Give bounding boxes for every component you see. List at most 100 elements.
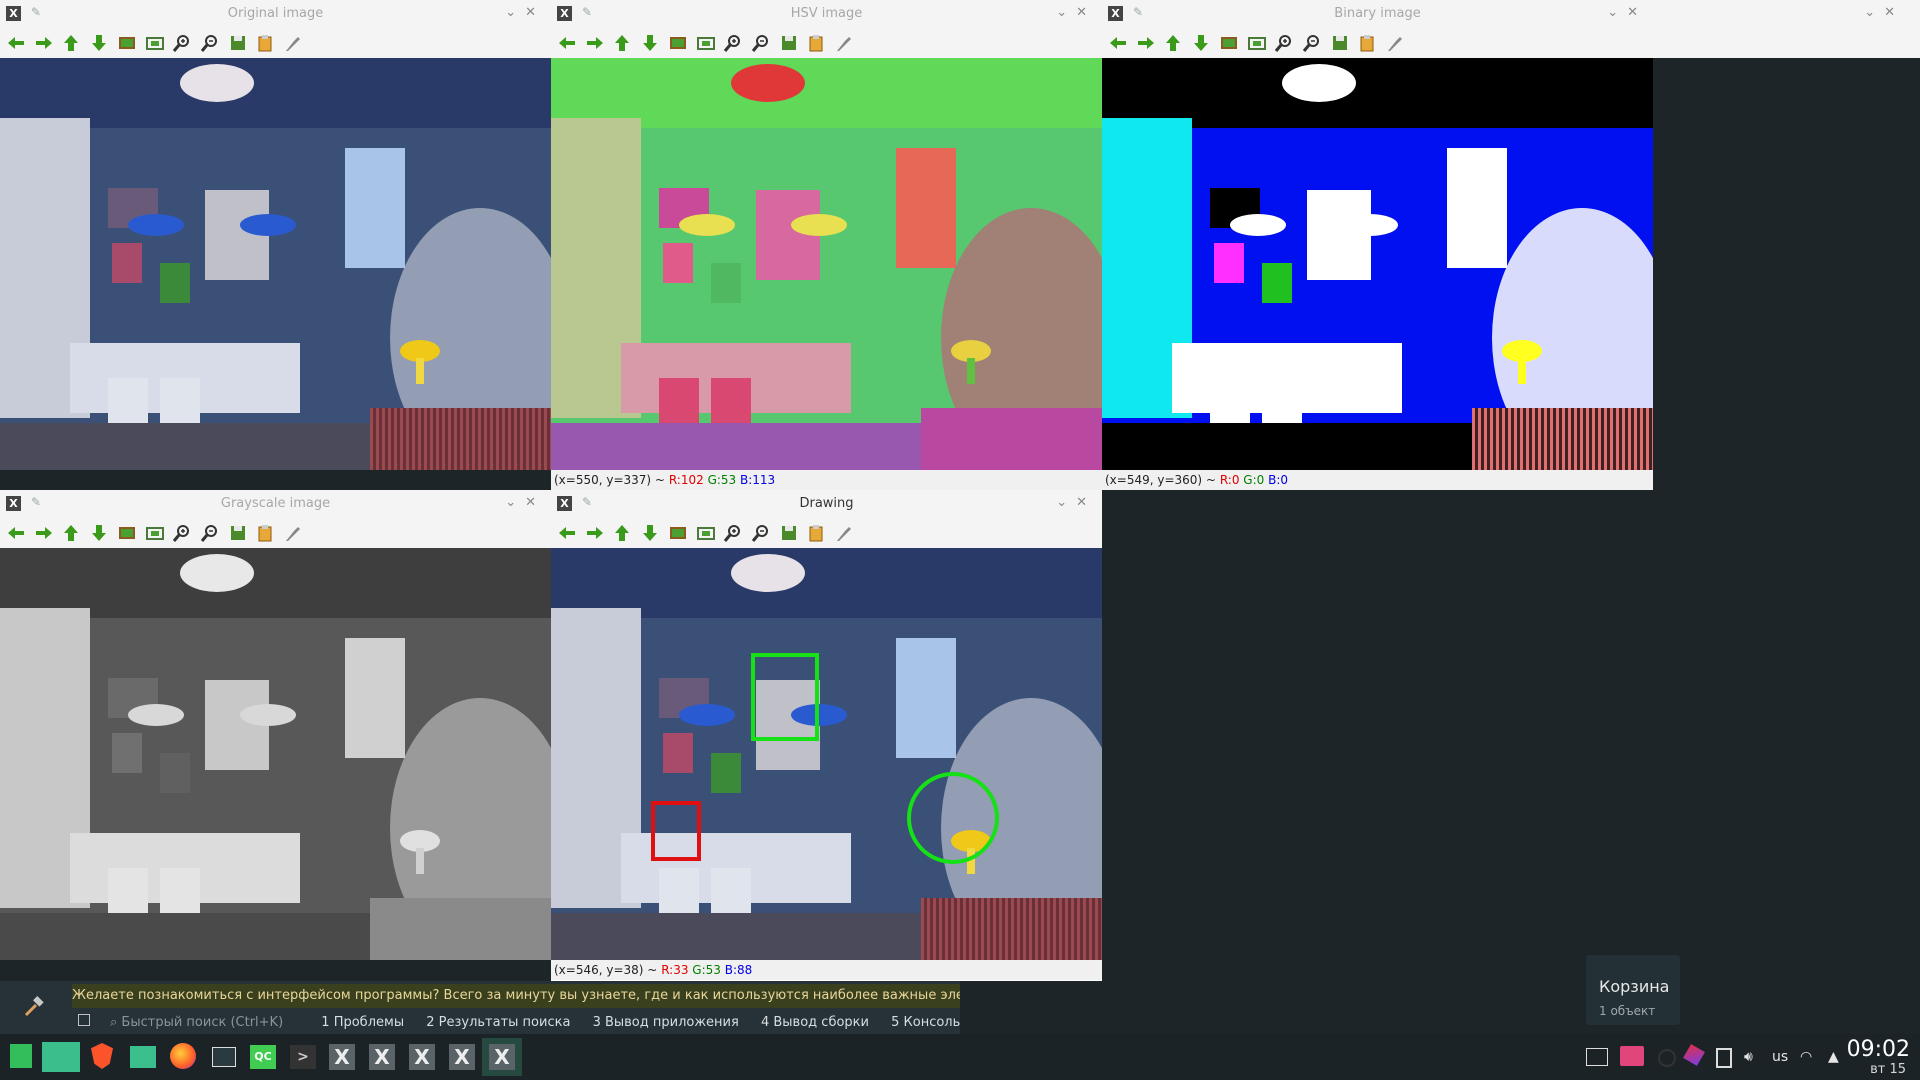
build-hammer-icon[interactable] bbox=[22, 995, 46, 1019]
x-window-icon[interactable]: X bbox=[362, 1038, 402, 1076]
down-arrow-icon[interactable] bbox=[639, 33, 661, 53]
onboarding-hint[interactable]: Желаете познакомиться с интерфейсом прог… bbox=[72, 984, 960, 1008]
forward-arrow-icon[interactable] bbox=[584, 33, 606, 53]
copy-icon[interactable] bbox=[1356, 33, 1378, 53]
image-icon[interactable] bbox=[1218, 33, 1240, 53]
fit-window-icon[interactable] bbox=[144, 33, 166, 53]
down-arrow-icon[interactable] bbox=[88, 523, 110, 543]
qt-creator-icon[interactable]: QC bbox=[242, 1038, 282, 1076]
properties-icon[interactable] bbox=[282, 523, 304, 543]
window-controls[interactable]: ⌄✕ bbox=[1864, 5, 1904, 20]
fit-window-icon[interactable] bbox=[1246, 33, 1268, 53]
back-arrow-icon[interactable] bbox=[556, 33, 578, 53]
fit-window-icon[interactable] bbox=[695, 523, 717, 543]
mixer-icon[interactable] bbox=[202, 1038, 242, 1076]
zoom-out-icon[interactable] bbox=[199, 33, 221, 53]
desktop-icon[interactable] bbox=[42, 1038, 82, 1076]
zoom-in-icon[interactable] bbox=[171, 33, 193, 53]
back-arrow-icon[interactable] bbox=[5, 523, 27, 543]
window-titlebar[interactable]: X ✎ Grayscale image ⌄✕ bbox=[0, 490, 551, 518]
original-image-window[interactable]: X ✎ Original image ⌄✕ bbox=[0, 0, 551, 470]
properties-icon[interactable] bbox=[282, 33, 304, 53]
save-icon[interactable] bbox=[227, 33, 249, 53]
zoom-in-icon[interactable] bbox=[722, 523, 744, 543]
image-icon[interactable] bbox=[116, 523, 138, 543]
tab-problems[interactable]: 1 Проблемы bbox=[321, 1015, 404, 1030]
image-canvas[interactable] bbox=[551, 548, 1102, 960]
up-arrow-icon[interactable] bbox=[60, 33, 82, 53]
save-icon[interactable] bbox=[778, 33, 800, 53]
brave-browser-icon[interactable] bbox=[82, 1038, 122, 1076]
image-canvas[interactable] bbox=[551, 58, 1102, 470]
zoom-out-icon[interactable] bbox=[750, 523, 772, 543]
tab-search-results[interactable]: 2 Результаты поиска bbox=[426, 1015, 570, 1030]
x-window-icon[interactable]: X bbox=[442, 1038, 482, 1076]
back-arrow-icon[interactable] bbox=[1107, 33, 1129, 53]
window-controls[interactable]: ⌄✕ bbox=[505, 495, 545, 510]
window-controls[interactable]: ⌄✕ bbox=[1607, 5, 1647, 20]
grayscale-image-window[interactable]: X ✎ Grayscale image ⌄✕ bbox=[0, 490, 551, 960]
zoom-in-icon[interactable] bbox=[722, 33, 744, 53]
window-controls[interactable]: ⌄✕ bbox=[1056, 495, 1096, 510]
x-window-icon[interactable]: X bbox=[322, 1038, 362, 1076]
image-canvas[interactable] bbox=[0, 548, 551, 960]
tab-build-output[interactable]: 4 Вывод сборки bbox=[761, 1015, 869, 1030]
properties-icon[interactable] bbox=[1384, 33, 1406, 53]
window-titlebar[interactable]: X ✎ Drawing ⌄✕ bbox=[551, 490, 1102, 518]
down-arrow-icon[interactable] bbox=[639, 523, 661, 543]
window-titlebar[interactable]: X ✎ Original image ⌄✕ bbox=[0, 0, 551, 28]
tab-app-output[interactable]: 3 Вывод приложения bbox=[593, 1015, 739, 1030]
terminal-icon[interactable]: > bbox=[282, 1038, 322, 1076]
forward-arrow-icon[interactable] bbox=[33, 33, 55, 53]
forward-arrow-icon[interactable] bbox=[584, 523, 606, 543]
clock-time[interactable]: 09:02 bbox=[1847, 1037, 1910, 1062]
down-arrow-icon[interactable] bbox=[1190, 33, 1212, 53]
zoom-out-icon[interactable] bbox=[1301, 33, 1323, 53]
fit-window-icon[interactable] bbox=[144, 523, 166, 543]
back-arrow-icon[interactable] bbox=[556, 523, 578, 543]
show-desktop-icon[interactable] bbox=[1586, 1034, 1608, 1080]
image-icon[interactable] bbox=[667, 33, 689, 53]
window-titlebar[interactable]: X ✎ HSV image ⌄✕ bbox=[551, 0, 1102, 28]
firefox-icon[interactable] bbox=[162, 1038, 202, 1076]
image-canvas[interactable] bbox=[0, 58, 551, 470]
clock-date[interactable]: вт 15 bbox=[1870, 1062, 1906, 1077]
x-window-icon[interactable]: X bbox=[402, 1038, 442, 1076]
up-arrow-icon[interactable] bbox=[60, 523, 82, 543]
save-icon[interactable] bbox=[1329, 33, 1351, 53]
copy-icon[interactable] bbox=[805, 33, 827, 53]
hsv-image-window[interactable]: X ✎ HSV image ⌄✕ (x=550, y=337) ~ R:102 … bbox=[551, 0, 1102, 490]
image-canvas[interactable] bbox=[1102, 58, 1653, 470]
save-icon[interactable] bbox=[227, 523, 249, 543]
keyboard-layout[interactable]: us bbox=[1772, 1034, 1796, 1080]
drawing-window[interactable]: X ✎ Drawing ⌄✕ (x=546, y=38) ~ R:33 G:53… bbox=[551, 490, 1102, 981]
wifi-icon[interactable]: ◠ bbox=[1800, 1034, 1822, 1080]
binary-image-window[interactable]: X ✎ Binary image ⌄✕ (x=549, y=360) ~ R:0… bbox=[1102, 0, 1653, 490]
zoom-in-icon[interactable] bbox=[171, 523, 193, 543]
zoom-out-icon[interactable] bbox=[750, 33, 772, 53]
up-arrow-icon[interactable] bbox=[611, 33, 633, 53]
forward-arrow-icon[interactable] bbox=[1135, 33, 1157, 53]
package-icon[interactable] bbox=[1683, 1034, 1706, 1080]
manjaro-menu-icon[interactable] bbox=[2, 1038, 42, 1076]
forward-arrow-icon[interactable] bbox=[33, 523, 55, 543]
tab-debug-console[interactable]: 5 Консоль отлад bbox=[891, 1015, 960, 1030]
up-arrow-icon[interactable] bbox=[1162, 33, 1184, 53]
window-controls[interactable]: ⌄✕ bbox=[1056, 5, 1096, 20]
copy-icon[interactable] bbox=[254, 33, 276, 53]
copy-icon[interactable] bbox=[254, 523, 276, 543]
chevron-up-icon[interactable]: ▲ bbox=[1828, 1034, 1842, 1080]
properties-icon[interactable] bbox=[833, 33, 855, 53]
network-status-icon[interactable] bbox=[1658, 1034, 1676, 1080]
x-window-icon[interactable]: X bbox=[482, 1038, 522, 1076]
fit-window-icon[interactable] bbox=[695, 33, 717, 53]
down-arrow-icon[interactable] bbox=[88, 33, 110, 53]
file-manager-icon[interactable] bbox=[122, 1038, 162, 1076]
copy-icon[interactable] bbox=[805, 523, 827, 543]
trash-icon[interactable] bbox=[1620, 1034, 1646, 1080]
zoom-in-icon[interactable] bbox=[1273, 33, 1295, 53]
clipboard-icon[interactable] bbox=[1716, 1034, 1732, 1080]
save-icon[interactable] bbox=[778, 523, 800, 543]
window-controls[interactable]: ⌄✕ bbox=[505, 5, 545, 20]
properties-icon[interactable] bbox=[833, 523, 855, 543]
